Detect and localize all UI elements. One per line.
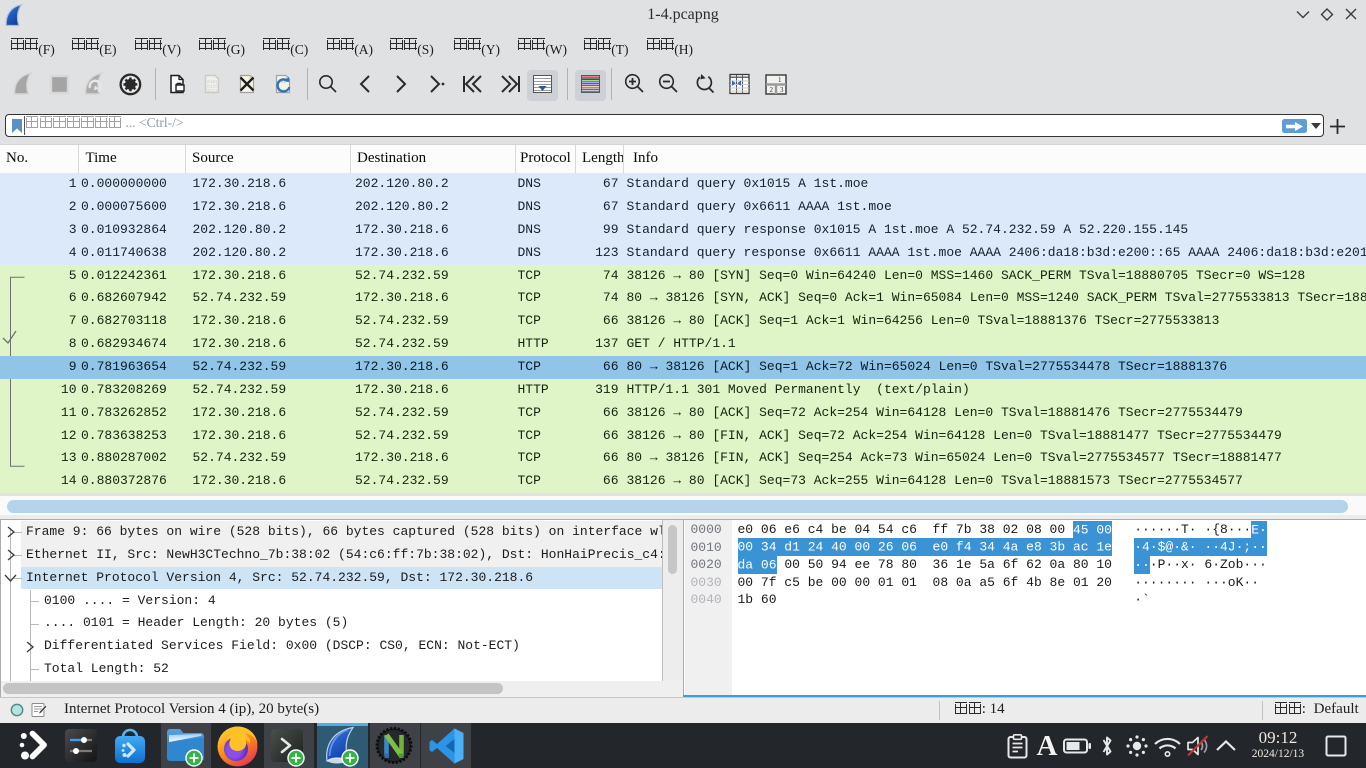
svg-text:A: A xyxy=(1037,730,1058,762)
svg-text:0111: 0111 xyxy=(207,88,218,94)
svg-text:1: 1 xyxy=(778,76,782,84)
svg-text:3: 3 xyxy=(780,86,784,94)
svg-text:2: 2 xyxy=(770,86,774,94)
